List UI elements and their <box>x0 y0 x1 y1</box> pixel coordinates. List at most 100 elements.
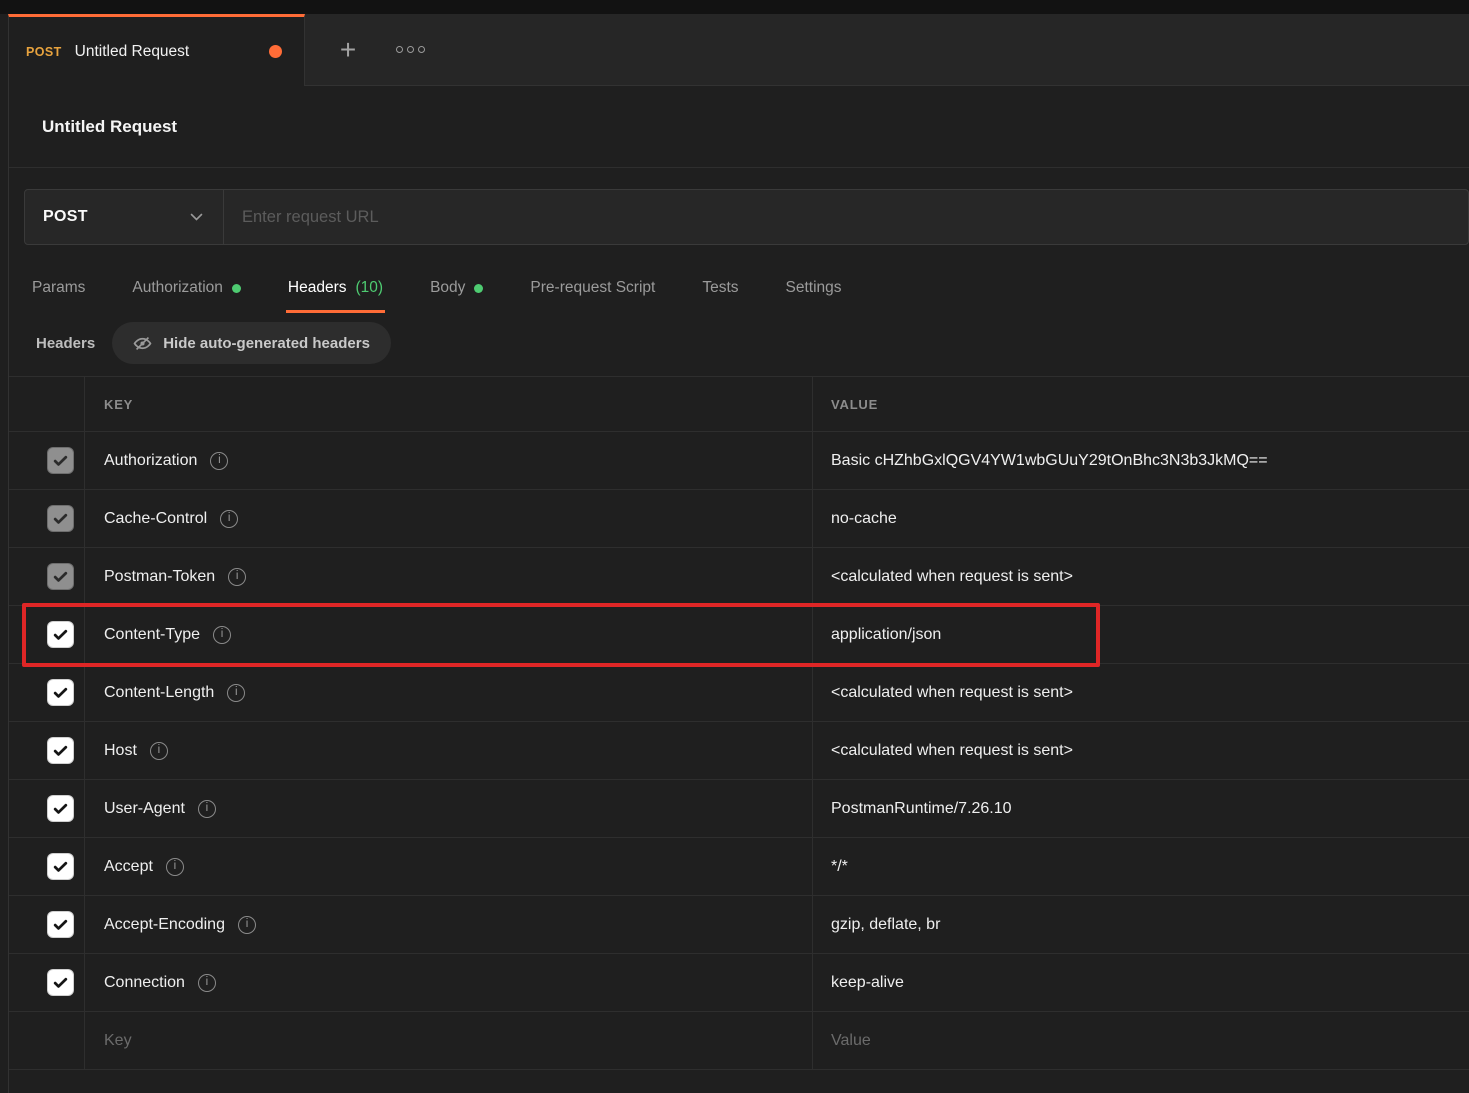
key-cell[interactable]: Accept i <box>85 838 813 895</box>
tab-authorization-label: Authorization <box>132 279 222 297</box>
tab-authorization[interactable]: Authorization <box>130 279 242 313</box>
key-cell[interactable]: Content-Type i <box>85 606 813 663</box>
header-key: Content-Type <box>104 626 200 644</box>
value-cell[interactable]: gzip, deflate, br <box>813 896 1469 953</box>
value-cell[interactable]: <calculated when request is sent> <box>813 722 1469 779</box>
table-row-accept: Accept i */* <box>9 838 1469 896</box>
table-row-postman-token: Postman-Token i <calculated when request… <box>9 548 1469 606</box>
info-icon[interactable]: i <box>227 684 245 702</box>
new-header-value-input[interactable] <box>831 1032 1405 1050</box>
header-value: keep-alive <box>831 974 904 992</box>
table-row-new-header <box>9 1012 1469 1070</box>
row-checkbox[interactable] <box>48 854 73 879</box>
value-cell[interactable]: Basic cHZhbGxlQGV4YW1wbGUuY29tOnBhc3N3b3… <box>813 432 1469 489</box>
row-checkbox[interactable] <box>48 912 73 937</box>
tab-bar-actions: + <box>305 14 1469 86</box>
row-checkbox[interactable] <box>48 680 73 705</box>
authorization-status-dot <box>232 284 241 293</box>
method-dropdown-value: POST <box>43 208 88 226</box>
header-value: <calculated when request is sent> <box>831 742 1073 760</box>
table-header-row: KEY VALUE <box>9 377 1469 432</box>
tab-body[interactable]: Body <box>428 279 485 313</box>
tab-params[interactable]: Params <box>30 279 87 313</box>
tab-title: Untitled Request <box>75 43 190 61</box>
more-options-icon <box>396 46 425 53</box>
page-title: Untitled Request <box>42 117 177 137</box>
tab-headers-label: Headers <box>288 279 347 297</box>
value-cell[interactable]: */* <box>813 838 1469 895</box>
new-header-key-input[interactable] <box>104 1032 741 1050</box>
row-checkbox[interactable] <box>48 738 73 763</box>
header-value: Basic cHZhbGxlQGV4YW1wbGUuY29tOnBhc3N3b3… <box>831 452 1268 470</box>
value-cell[interactable]: PostmanRuntime/7.26.10 <box>813 780 1469 837</box>
tab-untitled-request[interactable]: POST Untitled Request <box>8 14 305 86</box>
info-icon[interactable]: i <box>210 452 228 470</box>
hide-auto-generated-headers-label: Hide auto-generated headers <box>163 335 370 352</box>
key-cell[interactable]: Cache-Control i <box>85 490 813 547</box>
tab-options-button[interactable] <box>393 33 427 67</box>
value-cell[interactable]: <calculated when request is sent> <box>813 664 1469 721</box>
row-checkbox[interactable] <box>48 448 73 473</box>
info-icon[interactable]: i <box>198 800 216 818</box>
header-value: <calculated when request is sent> <box>831 568 1073 586</box>
key-cell[interactable]: Host i <box>85 722 813 779</box>
key-cell[interactable]: Accept-Encoding i <box>85 896 813 953</box>
value-cell[interactable]: no-cache <box>813 490 1469 547</box>
new-tab-button[interactable]: + <box>331 33 365 67</box>
headers-table: KEY VALUE Authorization i Basic cHZhbGxl… <box>9 376 1469 1070</box>
url-section: POST <box>9 168 1469 245</box>
table-row-content-type: Content-Type i application/json <box>9 606 1469 664</box>
header-key: Accept <box>104 858 153 876</box>
tab-tests-label: Tests <box>702 279 738 297</box>
header-value: no-cache <box>831 510 897 528</box>
tab-method-badge: POST <box>26 45 62 59</box>
info-icon[interactable]: i <box>166 858 184 876</box>
value-cell[interactable]: application/json <box>813 606 1469 663</box>
request-tab-bar: POST Untitled Request + <box>0 14 1469 86</box>
header-key: Accept-Encoding <box>104 916 225 934</box>
info-icon[interactable]: i <box>228 568 246 586</box>
info-icon[interactable]: i <box>213 626 231 644</box>
key-cell[interactable]: Postman-Token i <box>85 548 813 605</box>
tab-settings[interactable]: Settings <box>784 279 844 313</box>
row-checkbox[interactable] <box>48 970 73 995</box>
header-key: Cache-Control <box>104 510 207 528</box>
header-value: */* <box>831 858 848 876</box>
info-icon[interactable]: i <box>220 510 238 528</box>
select-column-header <box>9 377 85 431</box>
empty-select-cell <box>9 1012 85 1069</box>
tab-tests[interactable]: Tests <box>700 279 740 313</box>
unsaved-indicator-dot <box>269 45 282 58</box>
header-key: Authorization <box>104 452 197 470</box>
table-row-host: Host i <calculated when request is sent> <box>9 722 1469 780</box>
hide-auto-generated-headers-button[interactable]: Hide auto-generated headers <box>112 322 391 364</box>
method-dropdown[interactable]: POST <box>25 190 224 244</box>
row-checkbox[interactable] <box>48 622 73 647</box>
body-status-dot <box>474 284 483 293</box>
info-icon[interactable]: i <box>238 916 256 934</box>
row-checkbox[interactable] <box>48 796 73 821</box>
request-title-section: Untitled Request <box>9 86 1469 168</box>
key-cell[interactable]: Authorization i <box>85 432 813 489</box>
value-cell[interactable]: keep-alive <box>813 954 1469 1011</box>
key-cell[interactable]: Connection i <box>85 954 813 1011</box>
window-top-strip <box>0 0 1469 14</box>
request-url-input[interactable] <box>224 190 1468 244</box>
row-checkbox[interactable] <box>48 564 73 589</box>
header-key: Connection <box>104 974 185 992</box>
table-row-connection: Connection i keep-alive <box>9 954 1469 1012</box>
info-icon[interactable]: i <box>150 742 168 760</box>
key-cell[interactable]: Content-Length i <box>85 664 813 721</box>
info-icon[interactable]: i <box>198 974 216 992</box>
row-checkbox[interactable] <box>48 506 73 531</box>
eye-slash-icon <box>133 336 152 351</box>
key-cell[interactable]: User-Agent i <box>85 780 813 837</box>
request-editor: Untitled Request POST Params Authorizati… <box>8 86 1469 1093</box>
header-key: Content-Length <box>104 684 214 702</box>
header-value: application/json <box>831 626 941 644</box>
header-key: Postman-Token <box>104 568 215 586</box>
tab-prerequest-script[interactable]: Pre-request Script <box>528 279 657 313</box>
plus-icon: + <box>340 36 356 64</box>
tab-headers[interactable]: Headers (10) <box>286 279 385 313</box>
value-cell[interactable]: <calculated when request is sent> <box>813 548 1469 605</box>
